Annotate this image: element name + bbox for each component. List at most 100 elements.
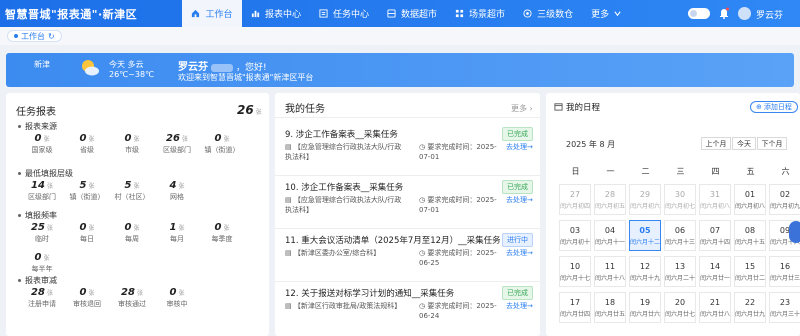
stat-item[interactable]: 28 张审核通过: [110, 287, 154, 309]
stat-unit: 张: [46, 225, 53, 232]
nav-item-workbench[interactable]: 工作台: [182, 0, 242, 27]
calendar-day[interactable]: 10 闰六月十七: [559, 256, 591, 287]
stat-item[interactable]: 14 张区级部门: [20, 180, 64, 202]
calendar-day[interactable]: 08 闰六月十五: [734, 220, 766, 251]
stat-item[interactable]: 0 张国家级: [20, 133, 64, 155]
calendar-day[interactable]: 11 闰六月十八: [594, 256, 626, 287]
calendar-day[interactable]: 04 闰六月十一: [594, 220, 626, 251]
lunar-date: 闰六月廿九: [735, 311, 766, 318]
document-icon: ▤: [285, 249, 294, 257]
calendar-day[interactable]: 14 闰六月廿一: [699, 256, 731, 287]
process-link[interactable]: 去处理→: [506, 195, 536, 205]
stat-item[interactable]: 26 张区级部门: [155, 133, 199, 155]
stat-item[interactable]: 0 张每季度: [200, 222, 244, 244]
process-link[interactable]: 去处理→: [506, 142, 536, 152]
stat-item[interactable]: 0 张每周: [110, 222, 154, 244]
process-link[interactable]: 去处理→: [506, 301, 536, 311]
calendar-day[interactable]: 27 闰六月初四: [559, 184, 591, 215]
notification-bell-icon[interactable]: [719, 7, 729, 19]
day-number: 08: [744, 226, 756, 235]
document-icon: ▤: [285, 196, 294, 204]
calendar-day[interactable]: 18 闰六月廿五: [594, 292, 626, 323]
stat-item[interactable]: 25 张临时: [20, 222, 64, 244]
calendar-day[interactable]: 19 闰六月廿六: [629, 292, 661, 323]
nav-item-more[interactable]: 更多: [582, 0, 631, 27]
stat-item[interactable]: 0 张镇（街道）: [200, 133, 244, 155]
calendar-day[interactable]: 13 闰六月二十: [664, 256, 696, 287]
stat-item[interactable]: 28 张注册申请: [20, 287, 64, 309]
task-item[interactable]: 9. 涉企工作备案表__采集任务 已完成 ▤ 【应急管理综合行政执法大队/行政执法科…: [285, 127, 536, 172]
process-link[interactable]: 去处理→: [506, 248, 536, 258]
add-schedule-button[interactable]: ⊕ 添加日程: [750, 101, 798, 113]
task-title[interactable]: 9. 涉企工作备案表__采集任务: [285, 128, 398, 140]
welcome-banner: 新津 今天 多云 26℃~38℃ 罗云芬 ，您好! 欢迎来到智慧晋城"报表通"新津…: [6, 53, 794, 87]
stat-item[interactable]: 0 张审核中: [155, 287, 199, 309]
next-month-button[interactable]: 下个月: [757, 137, 787, 150]
stat-item[interactable]: 4 张网格: [155, 180, 199, 202]
stat-item[interactable]: 0 张审核退回: [65, 287, 109, 309]
user-name[interactable]: 罗云芬: [756, 8, 783, 21]
task-item[interactable]: 12. 关于报送对标学习计划的通知__采集任务 已完成 ▤ 【新津区行政审批局/政策…: [285, 286, 536, 331]
calendar-day[interactable]: 30 闰六月初七: [664, 184, 696, 215]
theme-toggle[interactable]: [688, 8, 710, 19]
calendar-day[interactable]: 23 闰六月三十: [769, 292, 800, 323]
today-button[interactable]: 今天: [732, 137, 756, 150]
task-title[interactable]: 12. 关于报送对标学习计划的通知__采集任务: [285, 287, 454, 299]
stat-item[interactable]: 0 张每半年: [20, 252, 64, 274]
floating-side-handle[interactable]: [789, 221, 800, 243]
stat-item[interactable]: 5 张镇（街道）: [65, 180, 109, 202]
refresh-icon[interactable]: ↻: [48, 32, 55, 41]
calendar-day[interactable]: 07 闰六月十四: [699, 220, 731, 251]
calendar-day[interactable]: 20 闰六月廿七: [664, 292, 696, 323]
stat-item[interactable]: 0 张省级: [65, 133, 109, 155]
nav-item-task-center[interactable]: 任务中心: [310, 0, 378, 27]
task-divider: [275, 281, 540, 282]
calendar-day[interactable]: 28 闰六月初五: [594, 184, 626, 215]
stat-unit: 张: [88, 136, 95, 143]
calendar-day[interactable]: 16 闰六月廿三: [769, 256, 800, 287]
task-item[interactable]: 11. 重大会议活动清单（2025年7月至12月）__采集任务 进行中 ▤ 【新津区…: [285, 233, 536, 278]
calendar-day[interactable]: 06 闰六月十三: [664, 220, 696, 251]
lunar-date: 闰六月初九: [770, 203, 800, 210]
calendar-day[interactable]: 22 闰六月廿九: [734, 292, 766, 323]
day-number: 01: [744, 190, 756, 199]
task-item[interactable]: 10. 涉企工作备案表__采集任务 已完成 ▤ 【应急管理综合行政执法大队/行政执法…: [285, 180, 536, 225]
day-number: 22: [744, 298, 756, 307]
nav-item-scene-market[interactable]: 场景超市: [446, 0, 514, 27]
nav-item-report-center[interactable]: 报表中心: [242, 0, 310, 27]
calendar-day[interactable]: 17 闰六月廿四: [559, 292, 591, 323]
task-title[interactable]: 11. 重大会议活动清单（2025年7月至12月）__采集任务: [285, 234, 501, 246]
add-schedule-label: 添加日程: [763, 103, 792, 111]
calendar-day[interactable]: 01 闰六月初八: [734, 184, 766, 215]
more-link[interactable]: 更多 ›: [511, 103, 533, 114]
lunar-date: 闰六月十七: [560, 275, 591, 282]
calendar-day[interactable]: 29 闰六月初六: [629, 184, 661, 215]
nav-item-data-market[interactable]: 数据超市: [378, 0, 446, 27]
calendar-day[interactable]: 15 闰六月廿二: [734, 256, 766, 287]
task-title[interactable]: 10. 涉企工作备案表__采集任务: [285, 181, 403, 193]
stat-number: 1: [169, 222, 177, 233]
stat-value: 5张: [65, 180, 109, 191]
calendar-day[interactable]: 12 闰六月十九: [629, 256, 661, 287]
stat-unit: 张: [88, 183, 95, 190]
nav-item-label: 三级数仓: [537, 10, 574, 20]
task-report-panel: 任务报表 26 张 报表来源 0 张国家级 0 张省级 0 张市级 26 张区级部门 0 张镇（街道）…: [6, 93, 269, 336]
calendar-icon: [554, 103, 563, 111]
stat-item[interactable]: 0 张每日: [65, 222, 109, 244]
user-avatar[interactable]: [738, 7, 751, 20]
stat-item[interactable]: 5 张村（社区）: [110, 180, 154, 202]
temperature-range: 26℃~38℃: [109, 70, 155, 79]
stat-item[interactable]: 1 张每月: [155, 222, 199, 244]
tab-workbench[interactable]: 工作台 ↻: [7, 30, 62, 42]
nav-item-data-warehouse[interactable]: 三级数仓: [514, 0, 582, 27]
stat-label: 镇（街道）: [69, 193, 105, 201]
calendar-day[interactable]: 02 闰六月初九: [769, 184, 800, 215]
more-label: 更多: [511, 104, 527, 113]
stat-value: 0张: [20, 252, 64, 263]
calendar-day[interactable]: 03 闰六月初十: [559, 220, 591, 251]
prev-month-button[interactable]: 上个月: [701, 137, 731, 150]
calendar-day-today[interactable]: 05 闰六月十二: [629, 220, 661, 251]
calendar-day[interactable]: 31 闰六月初八: [699, 184, 731, 215]
stat-item[interactable]: 0 张市级: [110, 133, 154, 155]
calendar-day[interactable]: 21 闰六月廿八: [699, 292, 731, 323]
